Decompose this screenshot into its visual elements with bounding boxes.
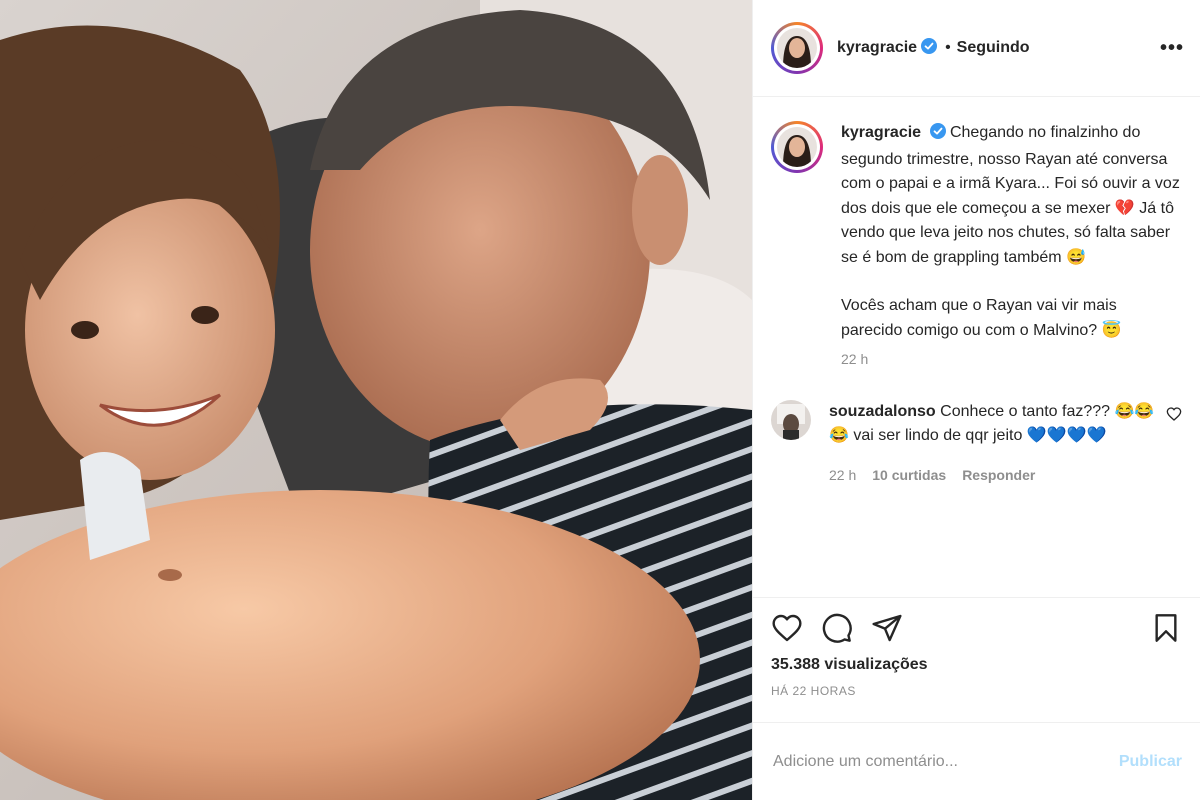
caption-avatar-story-ring[interactable] <box>771 121 823 173</box>
paper-plane-icon[interactable] <box>871 612 903 644</box>
header-username[interactable]: kyragracie <box>837 39 917 57</box>
add-comment-bar: Publicar <box>753 722 1200 800</box>
comment-like-heart-icon[interactable] <box>1166 406 1182 427</box>
publish-button[interactable]: Publicar <box>1119 753 1182 771</box>
caption-username[interactable]: kyragracie <box>841 124 921 141</box>
caption-avatar <box>777 127 817 167</box>
action-bar <box>771 612 1182 644</box>
post-actions-section: 35.388 visualizações HÁ 22 HORAS <box>753 597 1200 722</box>
video-frame-illustration <box>0 0 752 800</box>
post-container: kyragracie • Seguindo ••• kyragracie Che… <box>0 0 1200 800</box>
comment-reply-button[interactable]: Responder <box>962 463 1035 488</box>
caption-text-paragraph-2: Vocês acham que o Rayan vai vir mais par… <box>841 297 1122 339</box>
comment-username[interactable]: souzadalonso <box>829 403 936 420</box>
post-header: kyragracie • Seguindo ••• <box>753 0 1200 97</box>
comment-likes-count[interactable]: 10 curtidas <box>872 463 946 488</box>
comment-body: souzadalonso Conhece o tanto faz??? 😂😂😂 … <box>829 400 1158 488</box>
comment-row: souzadalonso Conhece o tanto faz??? 😂😂😂 … <box>771 399 1182 488</box>
caption-text-paragraph-1: Chegando no finalzinho do segundo trimes… <box>841 124 1180 266</box>
author-avatar-story-ring[interactable] <box>771 22 823 74</box>
caption-body: kyragracie Chegando no finalzinho do seg… <box>841 121 1182 372</box>
post-side-panel: kyragracie • Seguindo ••• kyragracie Che… <box>752 0 1200 800</box>
post-age[interactable]: HÁ 22 HORAS <box>771 684 1182 698</box>
views-count[interactable]: 35.388 visualizações <box>771 656 1182 674</box>
comment-timestamp[interactable]: 22 h <box>829 463 856 488</box>
verified-badge-icon <box>921 37 938 59</box>
following-button[interactable]: Seguindo <box>957 39 1030 57</box>
heart-icon[interactable] <box>771 612 803 644</box>
comment-bubble-icon[interactable] <box>821 612 853 644</box>
caption-row: kyragracie Chegando no finalzinho do seg… <box>771 121 1182 372</box>
post-video[interactable] <box>0 0 752 800</box>
comments-section[interactable]: kyragracie Chegando no finalzinho do seg… <box>753 97 1200 597</box>
caption-timestamp[interactable]: 22 h <box>841 347 868 372</box>
author-avatar <box>777 28 817 68</box>
verified-badge-icon <box>929 123 946 148</box>
commenter-avatar[interactable] <box>771 399 811 440</box>
add-comment-input[interactable] <box>771 751 1119 772</box>
bookmark-icon[interactable] <box>1150 612 1182 644</box>
header-separator: • <box>945 39 951 56</box>
more-options-icon[interactable]: ••• <box>1160 37 1184 60</box>
